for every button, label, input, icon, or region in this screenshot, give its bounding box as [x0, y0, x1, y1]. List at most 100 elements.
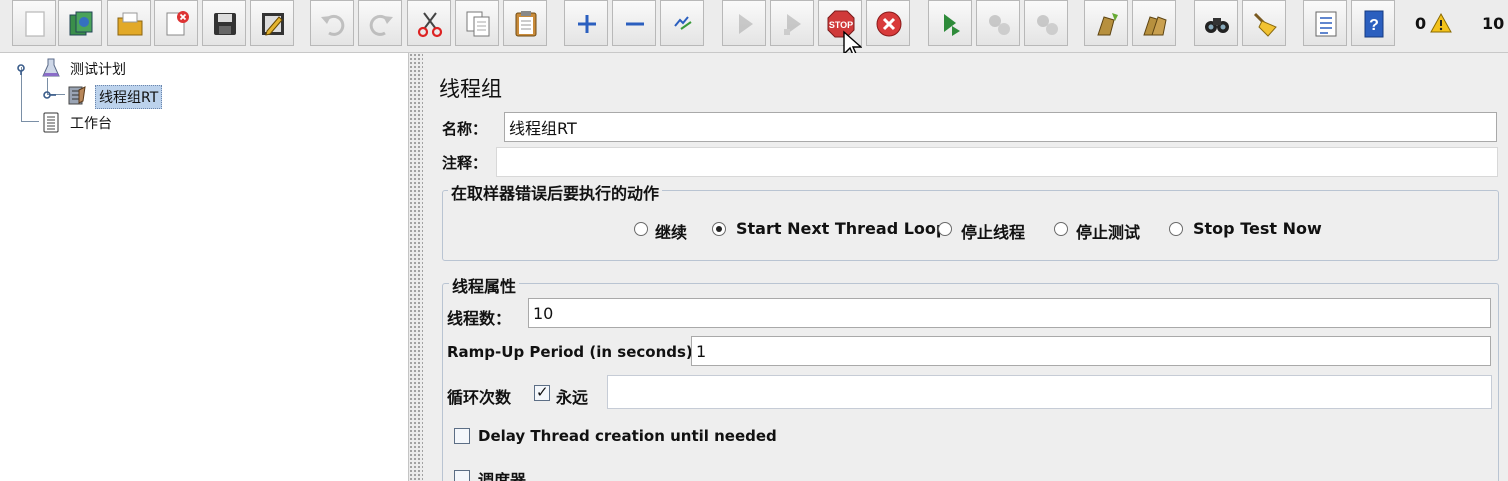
forever-checkbox[interactable]: [534, 383, 550, 401]
thread-group-icon: [68, 86, 86, 105]
ramp-up-label: Ramp-Up Period (in seconds):: [447, 343, 699, 361]
undo-icon: [321, 14, 345, 36]
clear-all-icon: [1143, 16, 1167, 36]
comment-input[interactable]: [496, 147, 1498, 177]
redo-icon: [369, 14, 393, 36]
save-button[interactable]: [202, 0, 246, 46]
undo-button[interactable]: [310, 0, 354, 46]
tree-item-workbench[interactable]: 工作台: [70, 113, 112, 133]
workbench-clipboard-icon: [43, 112, 59, 133]
save-as-button[interactable]: [250, 0, 294, 46]
new-button[interactable]: [12, 0, 56, 46]
active-thread-count: 10: [1482, 14, 1505, 33]
close-button[interactable]: [154, 0, 198, 46]
clear-all-button[interactable]: [1132, 0, 1176, 46]
tree-item-test-plan[interactable]: 测试计划: [70, 59, 126, 79]
page-title: 线程组: [439, 77, 502, 101]
search-icon: [1205, 18, 1229, 33]
cut-button[interactable]: [407, 0, 451, 46]
tree-connector: [21, 121, 39, 122]
shutdown-icon: [876, 11, 902, 37]
tree-item-thread-group[interactable]: 线程组RT: [95, 85, 163, 109]
templates-button[interactable]: [58, 0, 102, 46]
radio-stop-thread-label[interactable]: 停止线程: [961, 219, 1025, 243]
thread-group-panel: 线程组 名称： 注释： 在取样器错误后要执行的动作 继续 Start Next …: [424, 53, 1508, 481]
search-button[interactable]: [1194, 0, 1238, 46]
radio-stop-thread[interactable]: [938, 222, 952, 236]
start-no-pauses-button[interactable]: [770, 0, 814, 46]
radio-stop-test-label[interactable]: 停止测试: [1076, 219, 1140, 243]
name-label: 名称：: [442, 120, 488, 138]
tree-collapse-handle-icon[interactable]: [14, 61, 28, 75]
tree-leaf-handle-icon: [43, 91, 56, 99]
open-icon: [117, 12, 143, 36]
reset-search-button[interactable]: [1242, 0, 1286, 46]
split-pane-divider[interactable]: [409, 53, 423, 481]
comment-label: 注释：: [442, 154, 488, 172]
help-icon: ?: [1364, 10, 1384, 38]
cut-icon: [417, 12, 443, 38]
main-toolbar: STOP ? 0 10: [0, 0, 1508, 58]
help-button[interactable]: ?: [1351, 0, 1395, 46]
remote-stop-icon: [989, 15, 1010, 35]
loop-count-input[interactable]: [607, 375, 1492, 409]
copy-icon: [466, 11, 490, 37]
remote-shutdown-icon: [1037, 15, 1058, 35]
radio-stop-test-now[interactable]: [1169, 222, 1183, 236]
delay-thread-label[interactable]: Delay Thread creation until needed: [478, 427, 777, 445]
tree-connector: [21, 67, 22, 122]
paste-icon: [515, 11, 537, 37]
function-helper-icon: [1315, 11, 1337, 37]
svg-text:STOP: STOP: [829, 20, 853, 30]
start-icon: [739, 14, 753, 34]
threads-label: 线程数：: [447, 309, 512, 328]
clear-button[interactable]: [1084, 0, 1128, 46]
remote-stop-button[interactable]: [976, 0, 1020, 46]
radio-stop-test-now-label[interactable]: Stop Test Now: [1193, 219, 1322, 238]
toggle-icon: [674, 16, 692, 30]
save-icon: [214, 13, 236, 35]
save-as-icon: [262, 13, 284, 36]
scheduler-label[interactable]: 调度器: [478, 467, 526, 481]
remote-start-button[interactable]: [928, 0, 972, 46]
radio-continue[interactable]: [634, 222, 648, 236]
radio-stop-test[interactable]: [1054, 222, 1068, 236]
error-action-title: 在取样器错误后要执行的动作: [448, 180, 663, 204]
loop-count-label: 循环次数: [447, 388, 512, 407]
radio-start-next-loop-label[interactable]: Start Next Thread Loop: [736, 219, 947, 238]
new-icon: [25, 11, 45, 37]
radio-continue-label[interactable]: 继续: [655, 219, 687, 243]
scheduler-checkbox[interactable]: [454, 470, 470, 481]
delay-thread-checkbox[interactable]: [454, 428, 470, 444]
remote-shutdown-button[interactable]: [1024, 0, 1068, 46]
threads-input[interactable]: [528, 298, 1491, 328]
forever-label[interactable]: 永远: [556, 384, 588, 408]
test-plan-flask-icon: [42, 58, 60, 77]
function-helper-button[interactable]: [1303, 0, 1347, 46]
warning-icon[interactable]: [1430, 12, 1452, 34]
expand-icon: [578, 15, 596, 33]
start-no-pause-icon: [784, 14, 801, 35]
open-button[interactable]: [107, 0, 151, 46]
name-input[interactable]: [504, 112, 1497, 142]
expand-all-button[interactable]: [564, 0, 608, 46]
error-count: 0: [1415, 14, 1427, 33]
paste-button[interactable]: [503, 0, 547, 46]
close-icon: [166, 11, 189, 36]
radio-start-next-loop[interactable]: [712, 222, 726, 236]
ramp-up-input[interactable]: [691, 336, 1491, 366]
test-plan-tree: 测试计划 线程组RT 工作台: [0, 53, 409, 481]
collapse-icon: [626, 22, 644, 26]
reset-search-icon: [1253, 12, 1277, 37]
thread-properties-title: 线程属性: [449, 273, 520, 297]
templates-icon: [69, 11, 93, 36]
copy-button[interactable]: [455, 0, 499, 46]
collapse-all-button[interactable]: [612, 0, 656, 46]
start-button[interactable]: [722, 0, 766, 46]
remote-start-icon: [944, 14, 960, 36]
shutdown-button[interactable]: [866, 0, 910, 46]
clear-icon: [1097, 13, 1118, 36]
redo-button[interactable]: [358, 0, 402, 46]
svg-text:?: ?: [1369, 17, 1379, 34]
toggle-button[interactable]: [660, 0, 704, 46]
